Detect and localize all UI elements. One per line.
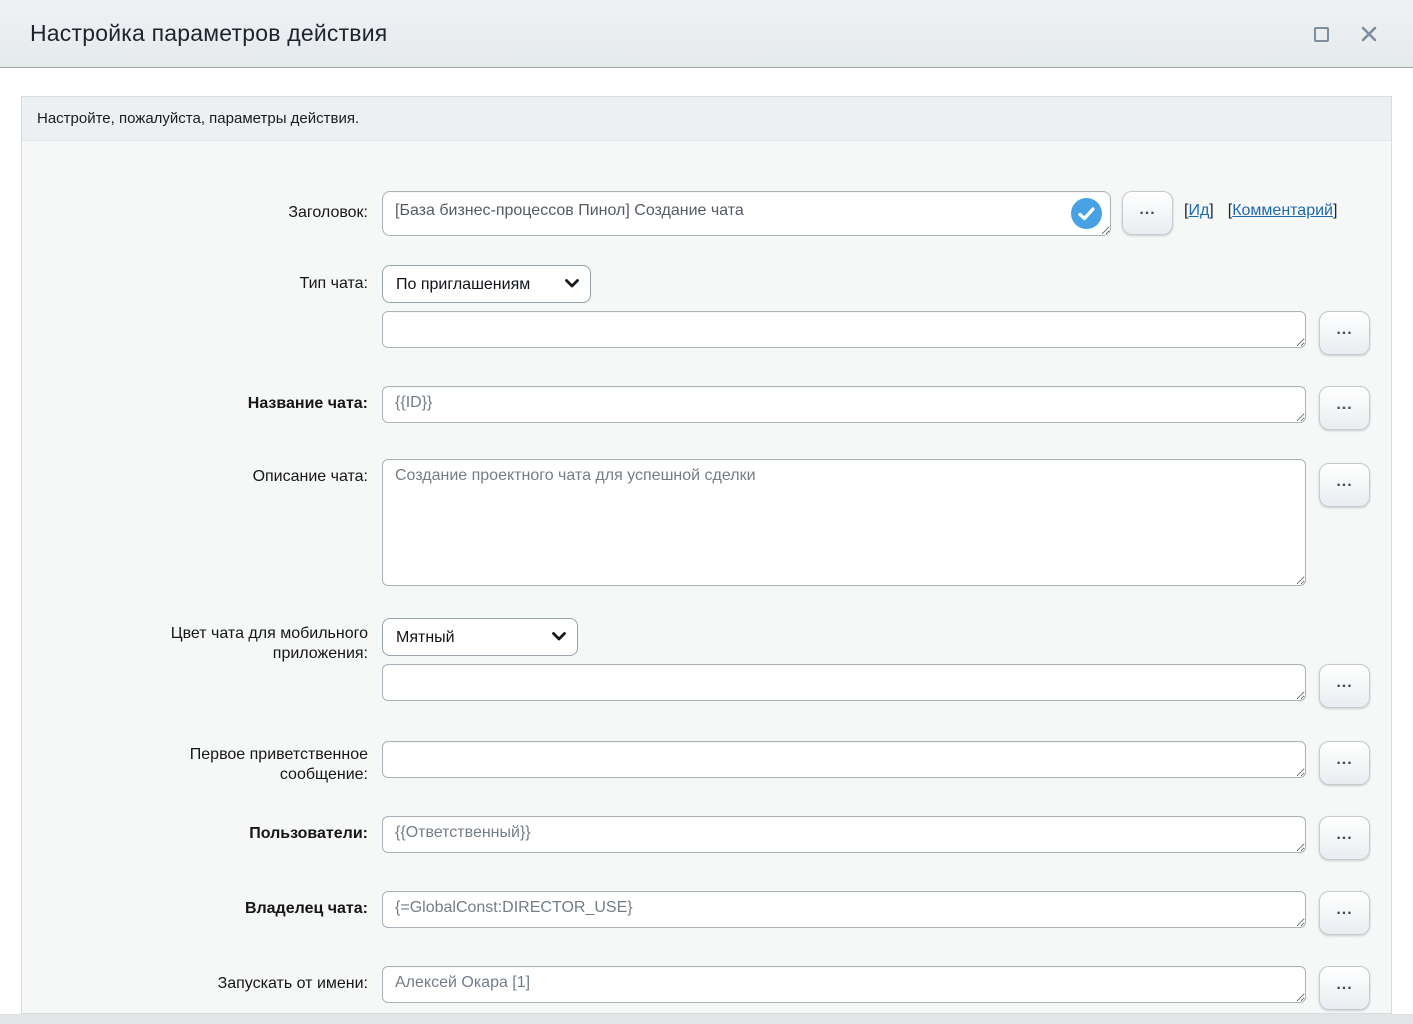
header-label: Заголовок:	[22, 191, 382, 223]
page-background-strip	[0, 1014, 1413, 1024]
users-input[interactable]: {{Ответственный}}	[382, 816, 1306, 853]
chat-owner-label: Владелец чата:	[22, 891, 382, 919]
maximize-icon	[1314, 27, 1329, 42]
chat-color-label-text: Цвет чата для мобильного приложения:	[116, 624, 368, 664]
chat-owner-insert-value-button[interactable]: ...	[1319, 891, 1370, 935]
chat-color-select-wrap: Мятный	[382, 618, 578, 656]
valid-check-badge	[1071, 198, 1102, 229]
window-controls	[1311, 0, 1379, 68]
first-message-input[interactable]	[382, 741, 1306, 778]
row-run-as: Запускать от имени: Алексей Окара [1] ..…	[22, 966, 1391, 1010]
row-chat-description: Описание чата: Создание проектного чата …	[22, 459, 1391, 586]
chat-description-input[interactable]: Создание проектного чата для успешной сд…	[382, 459, 1306, 586]
row-chat-name: Название чата: {{ID}} ...	[22, 386, 1391, 430]
comment-link[interactable]: Комментарий	[1232, 202, 1333, 219]
chat-color-label: Цвет чата для мобильного приложения:	[22, 618, 382, 664]
hint-text: Настройте, пожалуйста, параметры действи…	[37, 110, 359, 127]
header-links: [Ид] [Комментарий]	[1184, 191, 1337, 220]
chat-color-insert-value-button[interactable]: ...	[1319, 664, 1370, 708]
dialog-title: Настройка параметров действия	[30, 20, 387, 47]
chat-description-label: Описание чата:	[22, 459, 382, 487]
row-chat-type-extra: ...	[22, 311, 1391, 355]
chat-type-insert-value-button[interactable]: ...	[1319, 311, 1370, 355]
header-insert-value-button[interactable]: ...	[1122, 191, 1173, 235]
check-icon	[1078, 207, 1095, 221]
chat-color-extra-input[interactable]	[382, 664, 1306, 701]
chat-color-select[interactable]: Мятный	[382, 618, 578, 656]
comment-link-group: [Комментарий]	[1228, 202, 1338, 220]
chat-owner-input[interactable]: {=GlobalConst:DIRECTOR_USE}	[382, 891, 1306, 928]
row-chat-type: Тип чата: По приглашениям	[22, 265, 1391, 303]
hint-strip: Настройте, пожалуйста, параметры действи…	[22, 97, 1391, 141]
dialog-titlebar: Настройка параметров действия	[0, 0, 1413, 68]
bracket: ]	[1333, 202, 1337, 219]
row-first-message: Первое приветственное сообщение: ...	[22, 741, 1391, 785]
chat-type-select[interactable]: По приглашениям	[382, 265, 591, 303]
chat-type-select-wrap: По приглашениям	[382, 265, 591, 303]
close-icon	[1360, 25, 1378, 43]
chat-name-label: Название чата:	[22, 386, 382, 414]
dialog-window: Настройка параметров действия Настройте,…	[0, 0, 1413, 1024]
users-label: Пользователи:	[22, 816, 382, 844]
header-input-wrap: [База бизнес-процессов Пинол] Создание ч…	[382, 191, 1111, 241]
close-button[interactable]	[1359, 24, 1379, 44]
bracket: ]	[1209, 202, 1213, 219]
users-insert-value-button[interactable]: ...	[1319, 816, 1370, 860]
row-chat-color-extra: ...	[22, 664, 1391, 708]
row-chat-color: Цвет чата для мобильного приложения: Мят…	[22, 618, 1391, 664]
run-as-insert-value-button[interactable]: ...	[1319, 966, 1370, 1010]
run-as-label: Запускать от имени:	[22, 966, 382, 994]
maximize-button[interactable]	[1311, 24, 1331, 44]
run-as-input[interactable]: Алексей Окара [1]	[382, 966, 1306, 1003]
chat-name-insert-value-button[interactable]: ...	[1319, 386, 1370, 430]
row-header: Заголовок: [База бизнес-процессов Пинол]…	[22, 191, 1391, 241]
chat-name-input[interactable]: {{ID}}	[382, 386, 1306, 423]
id-link-group: [Ид]	[1184, 202, 1214, 220]
id-link[interactable]: Ид	[1188, 202, 1209, 219]
chat-description-insert-value-button[interactable]: ...	[1319, 463, 1370, 507]
first-message-label: Первое приветственное сообщение:	[22, 741, 382, 785]
first-message-label-text: Первое приветственное сообщение:	[116, 745, 368, 785]
action-settings-panel: Настройте, пожалуйста, параметры действи…	[21, 96, 1392, 1014]
header-input[interactable]: [База бизнес-процессов Пинол] Создание ч…	[382, 191, 1111, 236]
chat-type-extra-input[interactable]	[382, 311, 1306, 348]
row-users: Пользователи: {{Ответственный}} ...	[22, 816, 1391, 860]
row-chat-owner: Владелец чата: {=GlobalConst:DIRECTOR_US…	[22, 891, 1391, 935]
first-message-insert-value-button[interactable]: ...	[1319, 741, 1370, 785]
chat-type-label: Тип чата:	[22, 265, 382, 294]
